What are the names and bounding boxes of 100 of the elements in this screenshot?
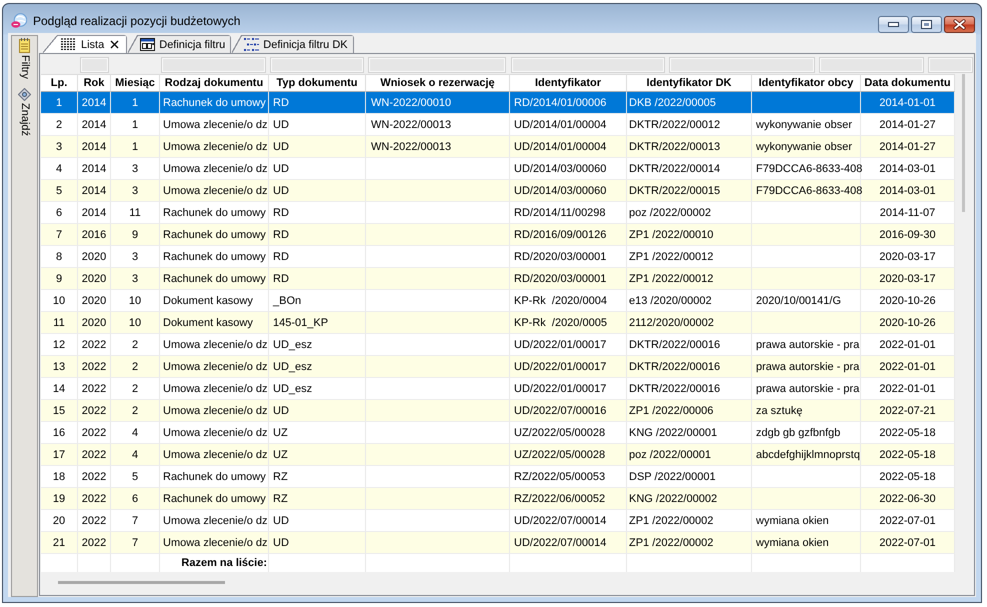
table-row[interactable]: 1 2014 1 Rachunek do umowy RD WN-2022/00010 RD/2014/01/00006 DKB /2022/00005 2014-01-01 [41,92,955,114]
column-header[interactable]: Rodzaj dokumentu [160,74,269,92]
table-cell: Dokument kasowy [163,294,253,306]
table-cell: 3 [132,272,138,284]
table-row[interactable]: 9 2020 3 Rachunek do umowy RD RD/2020/03/00001 ZP1 /2022/00012 2020-03-17 [41,268,955,290]
horizontal-scrollbar-thumb[interactable] [58,581,225,584]
table-cell: UD [273,118,289,130]
table-row[interactable]: 12 2022 2 Umowa zlecenie/o dz UD_esz UD/2022/01/00017 DKTR/2022/00016 prawa autorskie - pra 2022-01-01 [41,334,955,356]
table-row[interactable]: 17 2022 4 Umowa zlecenie/o dz UZ UZ/2022/05/00028 poz /2022/00001 abcdefghijklmnoprstq 2022-05-18 [41,444,955,466]
table-cell: UD/2022/01/00017 [514,360,606,372]
table-cell: ZP1 /2022/00012 [629,272,714,284]
filter-field[interactable] [161,57,266,73]
table-cell: 13 [52,360,66,372]
table-cell: 7 [56,228,62,240]
table-cell: Umowa zlecenie/o dz [163,404,268,416]
table-cell: 9 [132,228,138,240]
tab[interactable]: Definicja filtru DK [232,35,354,53]
table-cell: prawa autorskie - pra [756,360,860,372]
table-cell: Rachunek do umowy [163,228,266,240]
filter-field[interactable] [80,57,109,73]
table-cell: 4 [56,162,62,174]
tab[interactable]: Lista [43,35,128,53]
table-row[interactable]: 14 2022 2 Umowa zlecenie/o dz UD_esz UD/2022/01/00017 DKTR/2022/00016 prawa autorskie - pra 2022-01-01 [41,378,955,400]
column-header[interactable]: Rok [78,74,111,92]
vertical-scrollbar-thumb[interactable] [962,74,965,212]
table-cell: ZP1 /2022/00010 [629,228,714,240]
table-cell: ZP1 /2022/00002 [629,536,714,548]
table-cell: Rachunek do umowy [163,272,266,284]
column-header[interactable]: Identyfikator DK [627,74,752,92]
table-cell: Rachunek do umowy [163,96,266,108]
table-cell: UD [273,162,289,174]
table-cell: 10 [52,294,66,306]
table-cell: UZ [273,448,288,460]
table-row[interactable]: 21 2022 7 Umowa zlecenie/o dz UD UD/2022/07/00014 ZP1 /2022/00002 wymiana okien 2022-07-01 [41,532,955,554]
table-cell: 3 [132,162,138,174]
column-header[interactable]: Wniosek o rezerwację [366,74,510,92]
table-row[interactable]: 18 2022 5 Rachunek do umowy RZ RZ/2022/05/00053 DSP /2022/00001 2022-05-18 [41,466,955,488]
table-cell: wykonywanie obser [756,140,852,152]
table-cell: UD [273,514,289,526]
filter-field[interactable] [270,57,364,73]
filter-field[interactable] [511,57,665,73]
table-row[interactable]: 20 2022 7 Umowa zlecenie/o dz UD UD/2022/07/00014 ZP1 /2022/00002 wymiana okien 2022-07-01 [41,510,955,532]
filter-field[interactable] [928,57,973,73]
table-cell: DKTR/2022/00016 [629,338,720,350]
table-cell: 16 [52,426,66,438]
table-cell: UD/2014/01/00004 [514,140,606,152]
table-cell: 11 [129,206,141,218]
table-cell: UD/2022/01/00017 [514,382,606,394]
table-cell: 4 [132,448,138,460]
column-header[interactable]: Identyfikator obcy [752,74,861,92]
table-cell: 14 [52,382,66,394]
table-cell: Umowa zlecenie/o dz [163,382,268,394]
column-header[interactable]: Typ dokumentu [269,74,366,92]
table-cell: 2014 [82,96,106,108]
filter-field[interactable] [368,57,506,73]
table-cell: 2014-01-27 [879,140,936,152]
tab[interactable]: Definicja filtru [128,35,232,53]
column-header[interactable]: Lp. [41,74,78,92]
table-cell: 2022 [82,338,106,350]
table-row[interactable]: 10 2020 10 Dokument kasowy _BOn KP-Rk /2020/0004 e13 /2020/00002 2020/10/00141/G 2020-10-26 [41,290,955,312]
table-cell: 3 [132,250,138,262]
table-cell: RD [273,272,289,284]
globe-icon [11,12,27,28]
filter-field[interactable] [819,57,924,73]
table-cell: DKTR/2022/00016 [629,382,720,394]
table-cell: RZ/2022/06/00052 [514,492,606,504]
column-header[interactable]: Miesiąc [111,74,160,92]
table-cell: 2020-03-17 [879,250,936,262]
table-cell: 2 [132,404,138,416]
table-cell: UD [273,140,289,152]
table-row[interactable]: 6 2014 11 Rachunek do umowy RD RD/2014/11/00298 poz /2022/00002 2014-11-07 [41,202,955,224]
close-button[interactable] [944,16,975,33]
table-row[interactable]: 7 2016 9 Rachunek do umowy RD RD/2016/09/00126 ZP1 /2022/00010 2016-09-30 [41,224,955,246]
column-header[interactable]: Data dokumentu [861,74,955,92]
side-tab[interactable]: Znajdź [17,88,32,136]
table-row[interactable]: 2 2014 1 Umowa zlecenie/o dz UD WN-2022/00013 UD/2014/01/00004 DKTR/2022/00012 wykonywanie obser 2014-01-27 [41,114,955,136]
table-row[interactable]: 8 2020 3 Rachunek do umowy RD RD/2020/03/00001 ZP1 /2022/00012 2020-03-17 [41,246,955,268]
table-cell: Umowa zlecenie/o dz [163,360,268,372]
table-row[interactable]: 13 2022 2 Umowa zlecenie/o dz UD_esz UD/2022/01/00017 DKTR/2022/00016 prawa autorskie - pra 2022-01-01 [41,356,955,378]
table-cell: 2 [132,382,138,394]
table-cell: DKTR/2022/00014 [629,162,720,174]
table-row[interactable]: 19 2022 6 Rachunek do umowy RZ RZ/2022/06/00052 KNG /2022/00002 2022-06-30 [41,488,955,510]
table-cell: 6 [132,492,138,504]
maximize-button[interactable] [911,16,942,33]
minimize-button[interactable] [878,16,909,33]
close-icon[interactable] [110,40,120,49]
table-row[interactable]: 15 2022 2 Umowa zlecenie/o dz UD UD/2022/07/00016 ZP1 /2022/00006 za sztukę 2022-07-21 [41,400,955,422]
filter-field[interactable] [669,57,815,73]
table-row[interactable]: 4 2014 3 Umowa zlecenie/o dz UD UD/2014/03/00060 DKTR/2022/00014 F79DCCA6-8633-408 2014-03-01 [41,158,955,180]
table-cell: wykonywanie obser [756,118,852,130]
table-cell: UD [273,536,289,548]
column-header[interactable]: Identyfikator [510,74,627,92]
table-cell: poz /2022/00002 [629,206,711,218]
side-tab[interactable]: Filtry [17,38,32,79]
table-cell: 2020-10-26 [879,294,936,306]
table-row[interactable]: 3 2014 1 Umowa zlecenie/o dz UD WN-2022/00013 UD/2014/01/00004 DKTR/2022/00013 wykonywanie obser 2014-01-27 [41,136,955,158]
table-row[interactable]: 16 2022 4 Umowa zlecenie/o dz UZ UZ/2022/05/00028 KNG /2022/00001 zdgb gb gzfbnfgb 2022-05-18 [41,422,955,444]
table-row[interactable]: 11 2020 10 Dokument kasowy 145-01_KP KP-Rk /2020/0005 2112/2020/00002 2020-10-26 [41,312,955,334]
table-row[interactable]: 5 2014 3 Umowa zlecenie/o dz UD UD/2014/03/00060 DKTR/2022/00015 F79DCCA6-8633-408 2014-03-01 [41,180,955,202]
table-cell: 2014-03-01 [879,184,936,196]
